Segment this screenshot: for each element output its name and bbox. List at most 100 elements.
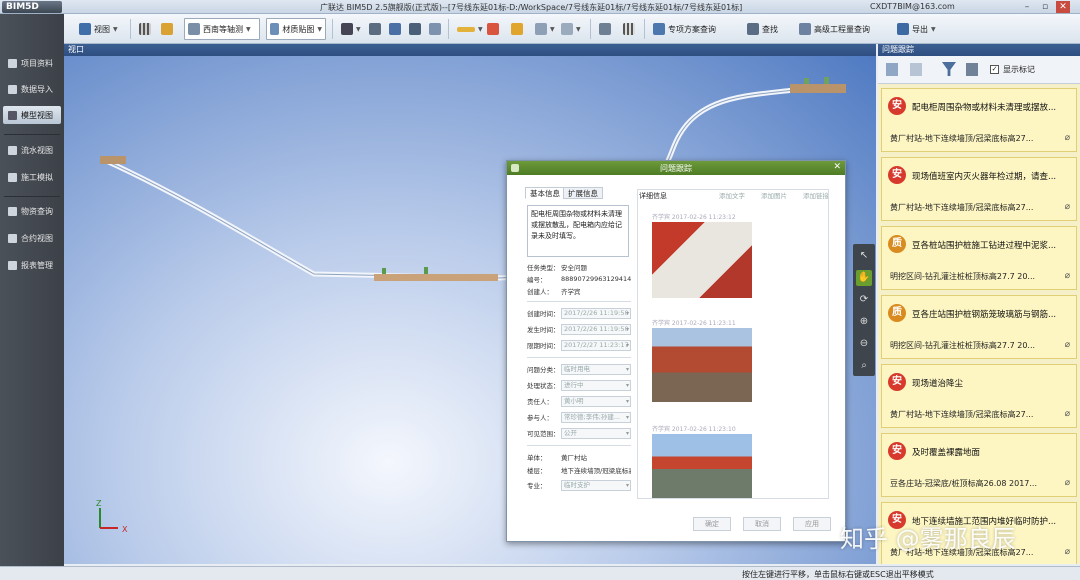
delete-issue-icon[interactable] [910, 63, 922, 76]
issue-card[interactable]: 安 及时覆盖裸露地面 豆各庄站-冠梁底/桩顶标高26.08 2017... ⌀ [881, 433, 1077, 497]
orbit-icon[interactable]: ⟳ [856, 292, 872, 308]
close-icon[interactable]: ✕ [1056, 1, 1070, 13]
dialog-close-icon[interactable]: ✕ [833, 162, 841, 172]
status-select[interactable]: 进行中 [561, 379, 631, 391]
nav-item-model-view[interactable]: 模型视图 [3, 106, 61, 124]
issue-card[interactable]: 安 配电柜周围杂物或材料未清理或摆放... 黄厂村站-地下连续墙顶/冠梁底标高2… [881, 88, 1077, 152]
nav-item-contract-view[interactable]: 合约视图 [3, 229, 61, 247]
special-query-button[interactable]: 专项方案查询 [650, 18, 719, 40]
watermark: 知乎 @雾那良辰 [840, 525, 1016, 553]
field-number: 编号： 8889072996312941473 [527, 273, 631, 285]
field-value: 安全问题 [561, 264, 587, 272]
safety-badge: 安 [888, 97, 906, 115]
nav-label: 模型视图 [21, 110, 53, 120]
new-issue-icon[interactable] [886, 63, 898, 76]
minimize-icon[interactable]: – [1020, 1, 1034, 13]
find-button[interactable]: 查找 [744, 18, 781, 40]
export-button[interactable]: 导出 ▼ [894, 18, 939, 40]
nav-item-flow-view[interactable]: 流水视图 [3, 141, 61, 159]
issue-photo[interactable] [652, 222, 752, 298]
issue-card[interactable]: 安 现场值班室内灭火器年检过期，请查... 黄厂村站-地下连续墙顶/冠梁底标高2… [881, 157, 1077, 221]
eraser-button[interactable] [484, 18, 502, 40]
filter-icon[interactable] [942, 62, 956, 76]
nav-item-construction-sim[interactable]: 施工模拟 [3, 168, 61, 186]
deadline-picker[interactable]: 2017/2/27 11:23:17 [561, 339, 631, 351]
tab-extended-info[interactable]: 扩展信息 [563, 187, 603, 199]
app-logo[interactable]: BIM5D [2, 1, 62, 13]
nav-divider [4, 134, 60, 135]
zoom-in-icon[interactable]: ⊕ [856, 314, 872, 330]
save-view-button[interactable] [386, 18, 404, 40]
description-textarea[interactable]: 配电柜周围杂物或材料未清理或摆放散乱，配电箱内应给记录未及时填写。 [527, 205, 629, 257]
field-owner: 责任人： 黄小明 [527, 395, 631, 407]
cube-icon [188, 23, 200, 35]
cut-button[interactable]: ▼ [558, 18, 584, 40]
divider [527, 301, 631, 302]
box-button[interactable] [426, 18, 444, 40]
navigation-tools: ↖ ✋ ⟳ ⊕ ⊖ ⌕ [853, 244, 875, 376]
flow-icon [8, 145, 17, 155]
paperclip-icon: ⌀ [1064, 547, 1070, 557]
nav-label: 数据导入 [21, 84, 53, 94]
apply-button[interactable]: 应用 [793, 517, 831, 531]
model-icon [8, 110, 17, 120]
pan-hand-icon[interactable]: ✋ [856, 270, 872, 286]
category-select[interactable]: 临时用电 [561, 363, 631, 375]
safety-badge: 安 [888, 373, 906, 391]
field-category: 问题分类： 临时用电 [527, 363, 631, 375]
section-button[interactable] [508, 18, 526, 40]
footprints-icon [341, 23, 353, 35]
field-label: 发生时间： [527, 326, 560, 334]
created-time-picker[interactable]: 2017/2/26 11:19:50 [561, 307, 631, 319]
camera-button[interactable] [406, 18, 424, 40]
grid-button[interactable] [136, 18, 154, 40]
measure-button[interactable]: ▼ [454, 18, 486, 40]
field-creator: 创建人： 齐学宾 [527, 285, 631, 297]
advanced-query-button[interactable]: 高级工程量查询 [796, 18, 873, 40]
field-label: 任务类型： [527, 264, 560, 272]
maximize-icon[interactable]: ▫ [1038, 1, 1052, 13]
tab-basic-info[interactable]: 基本信息 [525, 187, 565, 199]
axis-button[interactable] [158, 18, 176, 40]
nav-item-project-data[interactable]: 项目资料 [3, 54, 61, 72]
discipline-select[interactable]: 临时支护 [561, 479, 631, 491]
nav-item-report-mgmt[interactable]: 报表管理 [3, 256, 61, 274]
issue-card[interactable]: 质 豆各庄站围护桩钢筋笼玻璃筋与钢筋... 明挖区间-钻孔灌注桩桩顶标高27.7… [881, 295, 1077, 359]
station-model [100, 156, 126, 164]
zoom-out-icon[interactable]: ⊖ [856, 336, 872, 352]
safety-badge: 安 [888, 166, 906, 184]
export-label: 导出 [912, 24, 928, 34]
columns-button[interactable] [620, 18, 638, 40]
export-icon [897, 23, 909, 35]
participants-select[interactable]: 常珍德;李伟;孙建... [561, 411, 631, 423]
show-markers-checkbox[interactable]: ✓ [990, 65, 999, 74]
person-button[interactable] [366, 18, 384, 40]
dialog-titlebar[interactable]: 问题跟踪 ✕ [507, 161, 845, 175]
projection-label: 西南等轴测 [203, 24, 243, 34]
sort-icon[interactable] [966, 63, 978, 76]
user-email[interactable]: CXDT7BIM@163.com [870, 2, 955, 11]
issue-card[interactable]: 安 现场道治降尘 黄厂村站-地下连续墙顶/冠梁底标高27... ⌀ [881, 364, 1077, 428]
cancel-button[interactable]: 取消 [743, 517, 781, 531]
zoom-window-icon[interactable]: ⌕ [856, 358, 872, 374]
occurred-time-picker[interactable]: 2017/2/26 11:19:50 [561, 323, 631, 335]
material-label: 材质贴图 [282, 24, 315, 34]
nav-item-data-import[interactable]: 数据导入 [3, 80, 61, 98]
layers-button[interactable] [596, 18, 614, 40]
material-select[interactable]: 材质贴图 ▼ [266, 18, 326, 40]
nav-item-material-query[interactable]: 物资查询 [3, 202, 61, 220]
walk-button[interactable]: ▼ [338, 18, 364, 40]
view-button[interactable]: 视图 ▼ [76, 18, 121, 40]
nav-label: 物资查询 [21, 206, 53, 216]
issue-card[interactable]: 质 豆各桩站围护桩施工钻进过程中泥浆... 明挖区间-钻孔灌注桩桩顶标高27.7… [881, 226, 1077, 290]
pointer-icon[interactable]: ↖ [856, 248, 872, 264]
projection-select[interactable]: 西南等轴测 ▼ [184, 18, 260, 40]
station-equipment [382, 268, 386, 274]
visibility-select[interactable]: 公开 [561, 427, 631, 439]
issue-photo[interactable] [652, 328, 752, 402]
pen-button[interactable]: ▼ [532, 18, 558, 40]
owner-select[interactable]: 黄小明 [561, 395, 631, 407]
field-label: 参与人： [527, 414, 553, 422]
confirm-button[interactable]: 确定 [693, 517, 731, 531]
issue-photo[interactable] [652, 434, 752, 498]
